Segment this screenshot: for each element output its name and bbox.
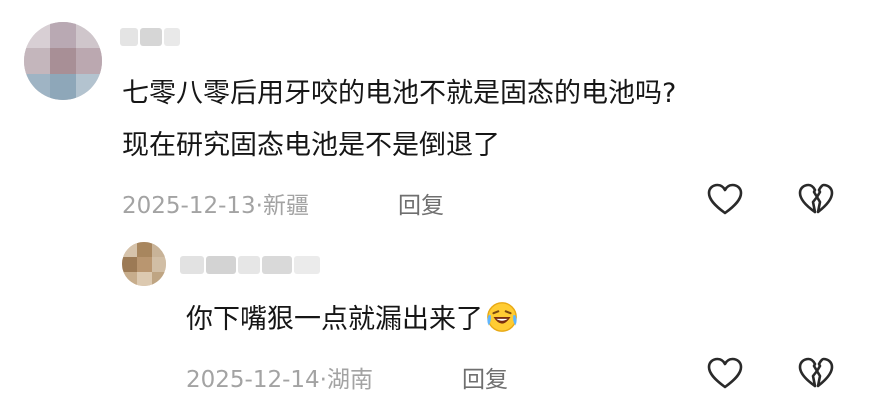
username-blurred[interactable] — [120, 28, 180, 46]
reply-location: 湖南 — [326, 367, 373, 393]
broken-heart-icon — [798, 183, 834, 214]
laughing-crying-face-icon — [487, 302, 517, 332]
meta-separator: · — [319, 367, 327, 393]
comment-text-line2: 现在研究固态电池是不是倒退了 — [122, 130, 500, 161]
comment-location: 新疆 — [262, 193, 309, 219]
reply-dislike-button[interactable] — [796, 354, 836, 394]
reply-text: 你下嘴狠一点就漏出来了 — [186, 300, 519, 340]
reply-like-button[interactable] — [705, 354, 745, 394]
reply-reply-button[interactable]: 回复 — [462, 360, 508, 394]
like-button[interactable] — [705, 180, 745, 220]
reply-username-blurred[interactable] — [180, 256, 320, 274]
heart-outline-icon — [707, 357, 743, 389]
avatar[interactable] — [24, 22, 102, 100]
heart-outline-icon — [707, 183, 743, 215]
comment-date: 2025-12-13 — [122, 193, 256, 219]
meta-separator: · — [255, 193, 263, 219]
comment-text-line1: 七零八零后用牙咬的电池不就是固态的电池吗? — [122, 78, 677, 109]
dislike-button[interactable] — [796, 180, 836, 220]
reply-text-content: 你下嘴狠一点就漏出来了 — [186, 304, 483, 335]
comment-meta: 2025-12-13·新疆 — [122, 186, 309, 220]
reply-meta: 2025-12-14·湖南 — [186, 360, 373, 394]
broken-heart-icon — [798, 357, 834, 388]
reply-button[interactable]: 回复 — [398, 186, 444, 220]
reply-date: 2025-12-14 — [186, 367, 320, 393]
reply-avatar[interactable] — [122, 242, 166, 286]
